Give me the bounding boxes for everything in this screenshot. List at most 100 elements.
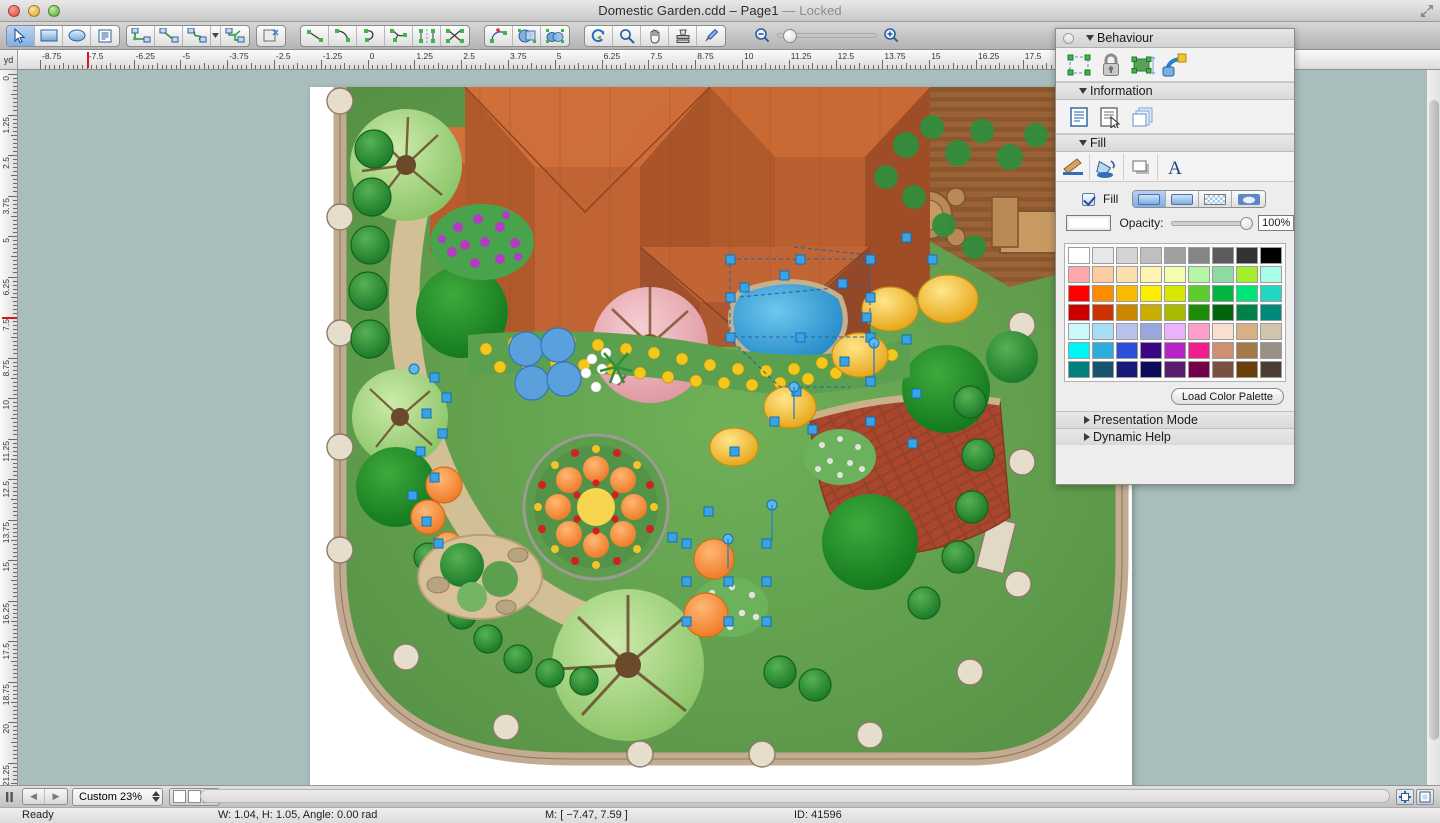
- connector-dropdown-arrow-icon[interactable]: [211, 25, 221, 46]
- color-swatch[interactable]: [1212, 304, 1234, 321]
- pen-stroke-icon[interactable]: [1056, 153, 1090, 180]
- zoom-in-magnifier-icon[interactable]: [883, 27, 900, 44]
- color-swatch[interactable]: [1092, 361, 1114, 378]
- color-swatch[interactable]: [1212, 285, 1234, 302]
- color-swatch[interactable]: [1236, 304, 1258, 321]
- color-swatch[interactable]: [1164, 342, 1186, 359]
- color-swatch[interactable]: [1068, 285, 1090, 302]
- color-swatch[interactable]: [1164, 361, 1186, 378]
- lock-icon[interactable]: [1098, 52, 1124, 78]
- rotate-icon[interactable]: [585, 25, 613, 46]
- color-swatch[interactable]: [1260, 304, 1282, 321]
- color-swatch[interactable]: [1164, 266, 1186, 283]
- color-swatch[interactable]: [1068, 247, 1090, 264]
- disclosure-triangle-down-icon[interactable]: [1079, 88, 1087, 94]
- color-swatch[interactable]: [1236, 247, 1258, 264]
- opacity-slider[interactable]: [1171, 216, 1254, 230]
- smart-connector-icon[interactable]: [221, 26, 249, 46]
- color-swatch[interactable]: [1116, 266, 1138, 283]
- color-swatch[interactable]: [1188, 285, 1210, 302]
- color-swatch[interactable]: [1140, 323, 1162, 340]
- color-swatch[interactable]: [1092, 285, 1114, 302]
- page-navigation[interactable]: ◀ ▶: [22, 788, 68, 805]
- color-swatch[interactable]: [1140, 361, 1162, 378]
- bezier-icon[interactable]: [385, 25, 413, 46]
- vertical-scrollbar[interactable]: [1426, 70, 1440, 785]
- hand-icon[interactable]: [641, 25, 669, 46]
- color-swatch[interactable]: [1068, 361, 1090, 378]
- color-swatch[interactable]: [1260, 323, 1282, 340]
- text-block-icon[interactable]: [91, 26, 119, 46]
- zoom-level-combo[interactable]: Custom 23%: [72, 787, 163, 806]
- fill-checkbox[interactable]: [1082, 192, 1095, 206]
- zoom-slider-knob[interactable]: [783, 29, 797, 43]
- zoom-out-magnifier-icon[interactable]: [754, 27, 771, 44]
- vertical-scroll-thumb[interactable]: [1429, 100, 1439, 740]
- color-swatch[interactable]: [1116, 304, 1138, 321]
- inspector-panel[interactable]: Behaviour Information Fill A Fill Opacit…: [1055, 28, 1295, 485]
- pointer-arrow-icon[interactable]: [7, 25, 35, 46]
- color-swatch[interactable]: [1212, 323, 1234, 340]
- color-swatch[interactable]: [1236, 361, 1258, 378]
- group-icon[interactable]: [541, 26, 569, 46]
- color-swatch[interactable]: [1092, 304, 1114, 321]
- rectangle-icon[interactable]: [35, 25, 63, 46]
- color-swatch[interactable]: [1164, 285, 1186, 302]
- section-header-presentation-mode[interactable]: Presentation Mode: [1056, 411, 1294, 428]
- fill-mode-segmented-control[interactable]: [1132, 190, 1267, 208]
- color-swatch[interactable]: [1236, 266, 1258, 283]
- color-swatch[interactable]: [1212, 266, 1234, 283]
- single-page-icon[interactable]: [172, 790, 186, 803]
- color-swatch[interactable]: [1260, 247, 1282, 264]
- collapse-dot-icon[interactable]: [1063, 32, 1074, 44]
- color-swatch[interactable]: [1092, 342, 1114, 359]
- pattern-fill-icon[interactable]: [1199, 191, 1233, 207]
- union-icon[interactable]: [513, 25, 541, 46]
- pause-icon[interactable]: [0, 791, 18, 802]
- disclosure-triangle-right-icon[interactable]: [1084, 433, 1090, 441]
- text-format-icon[interactable]: A: [1158, 154, 1192, 180]
- color-swatch[interactable]: [1236, 323, 1258, 340]
- color-swatch[interactable]: [1188, 266, 1210, 283]
- color-swatch[interactable]: [1164, 304, 1186, 321]
- fullscreen-arrows-icon[interactable]: [1420, 4, 1434, 18]
- disclosure-triangle-down-icon[interactable]: [1086, 35, 1094, 41]
- color-swatch[interactable]: [1068, 323, 1090, 340]
- opacity-slider-knob[interactable]: [1240, 216, 1254, 230]
- prev-page-icon[interactable]: ◀: [23, 789, 45, 804]
- section-header-information[interactable]: Information: [1056, 82, 1294, 100]
- section-header-behaviour[interactable]: Behaviour: [1086, 31, 1153, 45]
- color-swatch[interactable]: [1188, 361, 1210, 378]
- color-swatch[interactable]: [1140, 285, 1162, 302]
- next-page-icon[interactable]: ▶: [45, 789, 67, 804]
- color-swatch[interactable]: [1140, 304, 1162, 321]
- color-swatch[interactable]: [1188, 342, 1210, 359]
- color-swatch[interactable]: [1140, 247, 1162, 264]
- horizontal-scrollbar[interactable]: [200, 789, 1390, 803]
- opacity-value-field[interactable]: 100%: [1258, 215, 1294, 231]
- color-swatch[interactable]: [1260, 361, 1282, 378]
- rounded-connector-icon[interactable]: [183, 25, 211, 46]
- section-header-dynamic-help[interactable]: Dynamic Help: [1056, 428, 1294, 445]
- stepper-updown-icon[interactable]: [151, 791, 160, 802]
- eyedropper-icon[interactable]: [697, 26, 725, 46]
- right-angle-connector-icon[interactable]: [127, 25, 155, 46]
- color-swatch[interactable]: [1092, 266, 1114, 283]
- arc-icon[interactable]: [329, 25, 357, 46]
- fit-to-window-icon[interactable]: [1396, 789, 1414, 805]
- layers-icon[interactable]: [1130, 104, 1156, 130]
- ellipse-icon[interactable]: [63, 25, 91, 46]
- solid-fill-icon[interactable]: [1133, 191, 1167, 207]
- color-swatch[interactable]: [1260, 266, 1282, 283]
- color-swatch[interactable]: [1116, 285, 1138, 302]
- selectable-icon[interactable]: [1066, 52, 1092, 78]
- direct-connector-icon[interactable]: [155, 25, 183, 46]
- color-swatch[interactable]: [1212, 247, 1234, 264]
- vertical-ruler[interactable]: 0 1.25 2.5 3.75 5 6.25 7.5 8.75 10 11.25 12.5 13.75…: [0, 70, 18, 785]
- color-swatch[interactable]: [1068, 342, 1090, 359]
- line-icon[interactable]: [301, 25, 329, 46]
- color-palette[interactable]: [1068, 247, 1282, 378]
- connector-behaviour-icon[interactable]: [1162, 52, 1188, 78]
- garden-plan-drawing[interactable]: [310, 87, 1132, 785]
- color-swatch[interactable]: [1260, 285, 1282, 302]
